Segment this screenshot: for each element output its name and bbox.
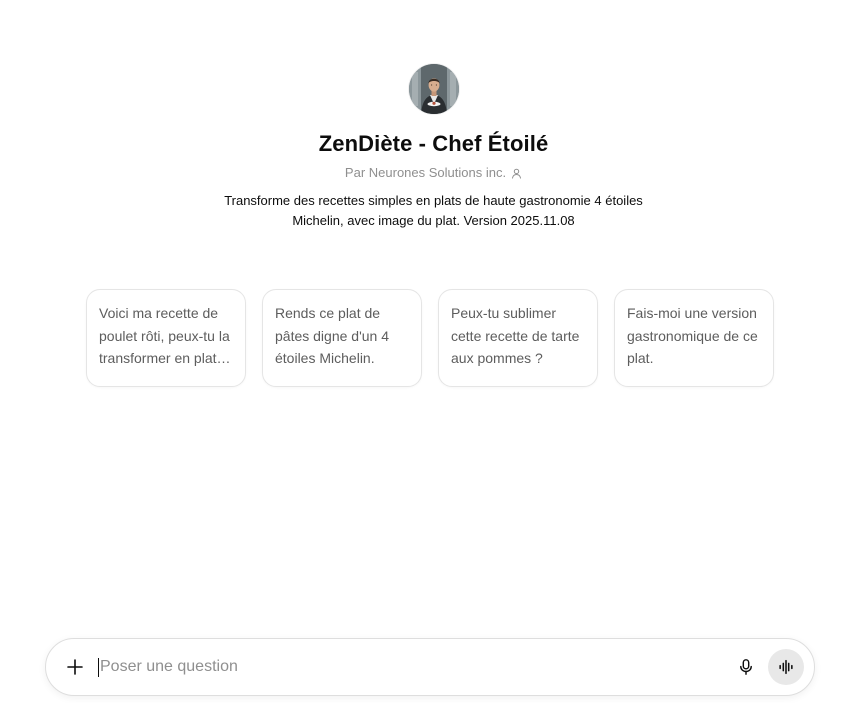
byline-text: Par Neurones Solutions inc. bbox=[344, 165, 507, 180]
composer bbox=[45, 638, 815, 696]
starter-card[interactable]: Voici ma recette de poulet rôti, peux-tu… bbox=[86, 289, 246, 387]
gpt-avatar bbox=[408, 64, 459, 114]
starter-card[interactable]: Rends ce plat de pâtes digne d'un 4 étoi… bbox=[262, 289, 422, 387]
starter-card[interactable]: Peux-tu sublimer cette recette de tarte … bbox=[438, 289, 598, 387]
voice-mode-icon bbox=[779, 659, 793, 675]
chef-portrait-icon bbox=[408, 64, 459, 114]
gpt-title: ZenDiète - Chef Étoilé bbox=[318, 131, 549, 156]
attach-button[interactable] bbox=[57, 649, 93, 685]
text-caret bbox=[98, 657, 99, 677]
conversation-starters: Voici ma recette de poulet rôti, peux-tu… bbox=[86, 289, 774, 387]
gpt-byline[interactable]: Par Neurones Solutions inc. bbox=[345, 163, 522, 183]
gpt-home: ZenDiète - Chef Étoilé Par Neurones Solu… bbox=[0, 0, 867, 703]
starter-card[interactable]: Fais-moi une version gastronomique de ce… bbox=[614, 289, 774, 387]
starter-text: Fais-moi une version gastronomique de ce… bbox=[627, 305, 758, 366]
microphone-icon bbox=[740, 659, 752, 675]
plus-icon bbox=[67, 659, 83, 675]
question-input[interactable] bbox=[100, 655, 728, 679]
starter-text: Peux-tu sublimer cette recette de tarte … bbox=[451, 305, 580, 366]
gpt-description: Transforme des recettes simples en plats… bbox=[224, 193, 643, 228]
gpt-header: ZenDiète - Chef Étoilé Par Neurones Solu… bbox=[0, 64, 867, 231]
person-icon bbox=[511, 168, 522, 179]
voice-mode-button[interactable] bbox=[768, 649, 804, 685]
starter-text: Rends ce plat de pâtes digne d'un 4 étoi… bbox=[275, 305, 389, 366]
dictate-button[interactable] bbox=[728, 649, 764, 685]
starter-text: Voici ma recette de poulet rôti, peux-tu… bbox=[99, 305, 230, 366]
